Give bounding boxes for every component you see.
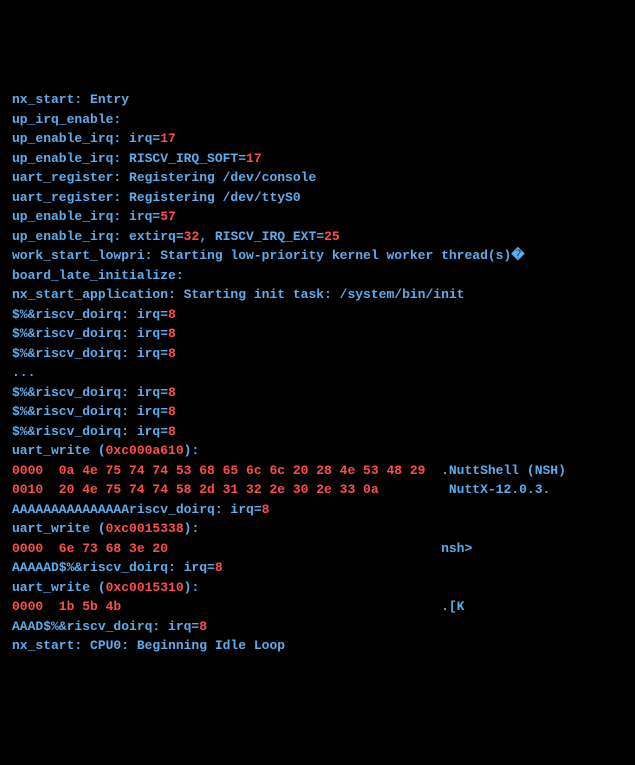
log-line: $%&riscv_doirq: irq=8 xyxy=(12,324,623,344)
log-segment: 0000 1b 5b 4b xyxy=(12,599,441,614)
log-segment: uart_register: Registering /dev/console xyxy=(12,170,316,185)
log-line: $%&riscv_doirq: irq=8 xyxy=(12,344,623,364)
log-segment: 0xc0015310 xyxy=(106,580,184,595)
log-segment: up_irq_enable: xyxy=(12,112,121,127)
log-segment: $%&riscv_doirq: irq= xyxy=(12,326,168,341)
log-line: AAAAAAAAAAAAAAAriscv_doirq: irq=8 xyxy=(12,500,623,520)
log-segment: up_enable_irq: irq= xyxy=(12,209,160,224)
log-segment: 57 xyxy=(160,209,176,224)
log-line: up_enable_irq: RISCV_IRQ_SOFT=17 xyxy=(12,149,623,169)
log-line: AAAD$%&riscv_doirq: irq=8 xyxy=(12,617,623,637)
log-segment: 8 xyxy=(168,346,176,361)
log-line: $%&riscv_doirq: irq=8 xyxy=(12,383,623,403)
log-line: up_enable_irq: irq=17 xyxy=(12,129,623,149)
log-segment: 17 xyxy=(246,151,262,166)
log-segment: nx_start: CPU0: Beginning Idle Loop xyxy=(12,638,285,653)
log-segment: 0xc000a610 xyxy=(106,443,184,458)
log-line: 0000 6e 73 68 3e 20 nsh> xyxy=(12,539,623,559)
log-segment: up_enable_irq: irq= xyxy=(12,131,160,146)
log-segment: 0010 20 4e 75 74 74 58 2d 31 32 2e 30 2e… xyxy=(12,482,441,497)
log-segment: 8 xyxy=(168,326,176,341)
log-line: up_enable_irq: irq=57 xyxy=(12,207,623,227)
log-segment: uart_write ( xyxy=(12,580,106,595)
log-segment: 17 xyxy=(160,131,176,146)
log-line: $%&riscv_doirq: irq=8 xyxy=(12,305,623,325)
log-segment: AAAD$%&riscv_doirq: irq= xyxy=(12,619,199,634)
log-segment: ): xyxy=(184,580,200,595)
log-line: 0010 20 4e 75 74 74 58 2d 31 32 2e 30 2e… xyxy=(12,480,623,500)
log-segment: $%&riscv_doirq: irq= xyxy=(12,307,168,322)
log-segment: 8 xyxy=(199,619,207,634)
log-segment: $%&riscv_doirq: irq= xyxy=(12,346,168,361)
log-segment: $%&riscv_doirq: irq= xyxy=(12,424,168,439)
log-segment: uart_register: Registering /dev/ttyS0 xyxy=(12,190,301,205)
log-line: up_irq_enable: xyxy=(12,110,623,130)
log-line: uart_write (0xc000a610): xyxy=(12,441,623,461)
log-segment: 32 xyxy=(184,229,200,244)
log-line: uart_register: Registering /dev/ttyS0 xyxy=(12,188,623,208)
log-segment: .[K xyxy=(441,599,464,614)
log-segment: 0xc0015338 xyxy=(106,521,184,536)
log-line: nx_start: Entry xyxy=(12,90,623,110)
log-segment: $%&riscv_doirq: irq= xyxy=(12,404,168,419)
log-segment: work_start_lowpri: Starting low-priority… xyxy=(12,248,525,263)
log-segment: uart_write ( xyxy=(12,521,106,536)
log-segment: $%&riscv_doirq: irq= xyxy=(12,385,168,400)
log-segment: ... xyxy=(12,365,35,380)
log-segment: 8 xyxy=(215,560,223,575)
log-segment: nx_start_application: Starting init task… xyxy=(12,287,464,302)
log-segment: nsh> xyxy=(441,541,472,556)
log-segment: 8 xyxy=(168,385,176,400)
log-line: $%&riscv_doirq: irq=8 xyxy=(12,402,623,422)
log-line: $%&riscv_doirq: irq=8 xyxy=(12,422,623,442)
log-segment: 8 xyxy=(168,404,176,419)
log-segment: AAAAAD$%&riscv_doirq: irq= xyxy=(12,560,215,575)
log-segment: 0000 0a 4e 75 74 74 53 68 65 6c 6c 20 28… xyxy=(12,463,441,478)
log-segment: board_late_initialize: xyxy=(12,268,184,283)
log-line: ... xyxy=(12,363,623,383)
log-line: uart_register: Registering /dev/console xyxy=(12,168,623,188)
log-segment: up_enable_irq: RISCV_IRQ_SOFT= xyxy=(12,151,246,166)
log-line: AAAAAD$%&riscv_doirq: irq=8 xyxy=(12,558,623,578)
log-segment: AAAAAAAAAAAAAAAriscv_doirq: irq= xyxy=(12,502,262,517)
log-segment: uart_write ( xyxy=(12,443,106,458)
log-line: nx_start_application: Starting init task… xyxy=(12,285,623,305)
log-segment: 0000 6e 73 68 3e 20 xyxy=(12,541,441,556)
log-segment: 8 xyxy=(262,502,270,517)
log-segment: NuttX-12.0.3. xyxy=(441,482,550,497)
log-segment: 8 xyxy=(168,307,176,322)
log-segment: nx_start: Entry xyxy=(12,92,129,107)
log-segment: 8 xyxy=(168,424,176,439)
log-segment: up_enable_irq: extirq= xyxy=(12,229,184,244)
log-segment: 25 xyxy=(324,229,340,244)
log-line: work_start_lowpri: Starting low-priority… xyxy=(12,246,623,266)
log-line: 0000 0a 4e 75 74 74 53 68 65 6c 6c 20 28… xyxy=(12,461,623,481)
log-line: 0000 1b 5b 4b .[K xyxy=(12,597,623,617)
log-line: nx_start: CPU0: Beginning Idle Loop xyxy=(12,636,623,656)
log-line: uart_write (0xc0015310): xyxy=(12,578,623,598)
log-segment: ): xyxy=(184,443,200,458)
log-line: uart_write (0xc0015338): xyxy=(12,519,623,539)
log-line: board_late_initialize: xyxy=(12,266,623,286)
log-segment: ): xyxy=(184,521,200,536)
log-segment: .NuttShell (NSH) xyxy=(441,463,566,478)
log-segment: , RISCV_IRQ_EXT= xyxy=(199,229,324,244)
terminal-output: nx_start: Entry up_irq_enable: up_enable_i… xyxy=(12,90,623,656)
log-line: up_enable_irq: extirq=32, RISCV_IRQ_EXT=… xyxy=(12,227,623,247)
